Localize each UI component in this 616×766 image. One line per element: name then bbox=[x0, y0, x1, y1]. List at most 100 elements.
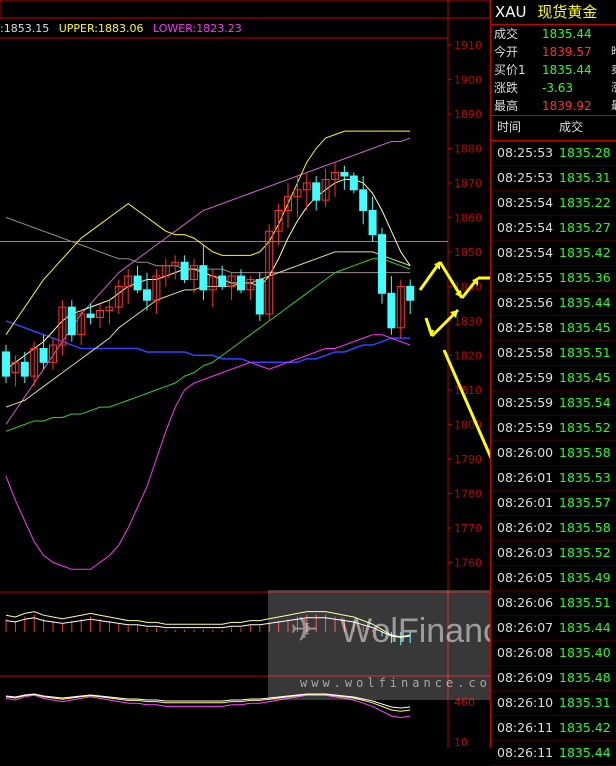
quote-row: 涨跌 -3.63 涨 bbox=[491, 79, 616, 97]
quote-value: 1835.44 bbox=[542, 27, 592, 41]
tick-price: 1835.45 bbox=[559, 320, 611, 335]
candle-body bbox=[2, 351, 10, 377]
tick-price: 1835.28 bbox=[559, 145, 611, 160]
tick-price: 1835.31 bbox=[559, 695, 611, 710]
tick-time: 08:26:05 bbox=[497, 570, 554, 585]
tick-time: 08:25:58 bbox=[497, 345, 554, 360]
tick-time: 08:26:11 bbox=[497, 745, 554, 760]
ma-yellow-line bbox=[5, 178, 411, 370]
candle-body bbox=[387, 292, 396, 329]
tick-row: 08:26:10 1835.31 bbox=[491, 691, 616, 716]
quote-extra: 最 bbox=[611, 97, 616, 115]
candle-body bbox=[218, 275, 227, 287]
tick-time: 08:26:09 bbox=[497, 670, 554, 685]
tick-time: 08:25:59 bbox=[497, 370, 554, 385]
quote-row: 今开 1839.57 昨 bbox=[491, 43, 616, 61]
tick-price: 1835.36 bbox=[559, 270, 611, 285]
quote-label: 今开 bbox=[494, 45, 519, 59]
tick-time: 08:25:54 bbox=[497, 245, 554, 260]
tick-price: 1835.42 bbox=[559, 245, 611, 260]
tick-time: 08:26:07 bbox=[497, 620, 554, 635]
tick-time: 08:25:59 bbox=[497, 395, 554, 410]
candle-body bbox=[86, 313, 95, 318]
tick-time: 08:25:55 bbox=[497, 270, 554, 285]
tick-time: 08:25:54 bbox=[497, 195, 554, 210]
candle-body bbox=[406, 285, 415, 301]
quote-row: 买价1 1835.44 卖 bbox=[491, 61, 616, 79]
tick-time: 08:25:53 bbox=[497, 170, 554, 185]
quote-row: 最高 1839.92 最 bbox=[491, 97, 616, 115]
tick-row: 08:25:58 1835.51 bbox=[491, 341, 616, 366]
quote-label: 买价1 bbox=[494, 63, 526, 77]
quote-value: 1839.92 bbox=[542, 99, 592, 113]
y-tick-label: 1770 bbox=[454, 522, 482, 535]
quote-value: -3.63 bbox=[542, 81, 574, 95]
bollinger-legend: :1853.15 UPPER:1883.06 LOWER:1823.23 bbox=[0, 22, 248, 35]
tick-price: 1835.22 bbox=[559, 195, 611, 210]
tick-row: 08:25:59 1835.52 bbox=[491, 416, 616, 441]
candle-body bbox=[39, 348, 48, 363]
tick-row: 08:25:54 1835.22 bbox=[491, 191, 616, 216]
quote-label: 最高 bbox=[494, 99, 519, 113]
top-bar bbox=[0, 0, 490, 19]
tick-row: 08:25:54 1835.42 bbox=[491, 241, 616, 266]
candle-body bbox=[143, 289, 151, 301]
tick-row: 08:26:11 1835.44 bbox=[491, 741, 616, 766]
y-tick-label: 1880 bbox=[454, 142, 482, 155]
tick-row: 08:26:09 1835.48 bbox=[491, 666, 616, 691]
y-tick-label: 1780 bbox=[454, 487, 482, 500]
tick-row: 08:25:59 1835.54 bbox=[491, 391, 616, 416]
y-tick-label: 1760 bbox=[454, 556, 482, 569]
ma-blue-line bbox=[5, 320, 411, 364]
y-tick-label: 1890 bbox=[454, 108, 482, 121]
tick-price: 1835.49 bbox=[559, 570, 611, 585]
tick-row: 08:26:11 1835.42 bbox=[491, 716, 616, 741]
candle-body bbox=[67, 306, 76, 336]
candle-body bbox=[199, 265, 208, 291]
y-tick-label: 1860 bbox=[454, 211, 482, 224]
ticks-header: 时间 成交 bbox=[491, 115, 616, 141]
candle-body bbox=[20, 361, 29, 377]
y-tick-label: 1870 bbox=[454, 177, 482, 190]
tick-row: 08:25:58 1835.45 bbox=[491, 316, 616, 341]
candle-body bbox=[340, 172, 349, 177]
tick-row: 08:26:02 1835.58 bbox=[491, 516, 616, 541]
tick-price: 1835.31 bbox=[559, 170, 611, 185]
candle-body bbox=[368, 210, 377, 236]
tick-row: 08:25:59 1835.45 bbox=[491, 366, 616, 391]
candle-body bbox=[237, 275, 245, 291]
tick-row: 08:26:01 1835.53 bbox=[491, 466, 616, 491]
tick-price: 1835.51 bbox=[559, 595, 611, 610]
y-tick-label: 1820 bbox=[454, 349, 482, 362]
tick-row: 08:26:00 1835.58 bbox=[491, 441, 616, 466]
quote-panel: XAU 现货黄金 成交 1835.44 今开 1839.57 昨买价1 1835.44 卖涨… bbox=[490, 0, 616, 766]
tick-time: 08:25:56 bbox=[497, 295, 554, 310]
candle-body bbox=[312, 182, 321, 201]
candle-body bbox=[359, 189, 368, 212]
quote-label: 成交 bbox=[494, 27, 519, 41]
tick-time: 08:25:59 bbox=[497, 420, 554, 435]
chart-panel[interactable]: 1760 1770 1780 1790 1800 1810 1820 1830 1840 1850… bbox=[0, 0, 519, 748]
quote-rows: 成交 1835.44 今开 1839.57 昨买价1 1835.44 卖涨跌 -3.63 涨最高… bbox=[491, 25, 616, 115]
tick-list[interactable]: 08:25:53 1835.28 08:25:53 1835.31 08:25:54 18… bbox=[491, 141, 616, 766]
watermark-url: www.wolfinance.com bbox=[300, 676, 503, 690]
y-tick-label: 1910 bbox=[454, 39, 482, 52]
tick-row: 08:25:55 1835.36 bbox=[491, 266, 616, 291]
osc-axis-label: 10 bbox=[454, 736, 468, 748]
tick-price: 1835.45 bbox=[559, 370, 611, 385]
tick-time: 08:25:53 bbox=[497, 145, 554, 160]
legend-mid: :1853.15 bbox=[0, 22, 50, 35]
tick-time: 08:26:11 bbox=[497, 720, 554, 735]
ticks-header-price: 成交 bbox=[559, 120, 584, 134]
tick-price: 1835.54 bbox=[559, 395, 611, 410]
tick-price: 1835.40 bbox=[559, 645, 611, 660]
legend-lower: LOWER:1823.23 bbox=[152, 22, 242, 35]
ma-white-line bbox=[5, 216, 411, 274]
tick-price: 1835.42 bbox=[559, 720, 611, 735]
candle-body bbox=[255, 279, 264, 315]
tick-price: 1835.48 bbox=[559, 670, 611, 685]
tick-time: 08:26:02 bbox=[497, 520, 554, 535]
tick-row: 08:25:53 1835.31 bbox=[491, 166, 616, 191]
tick-price: 1835.58 bbox=[559, 445, 611, 460]
tick-row: 08:25:53 1835.28 bbox=[491, 141, 616, 166]
